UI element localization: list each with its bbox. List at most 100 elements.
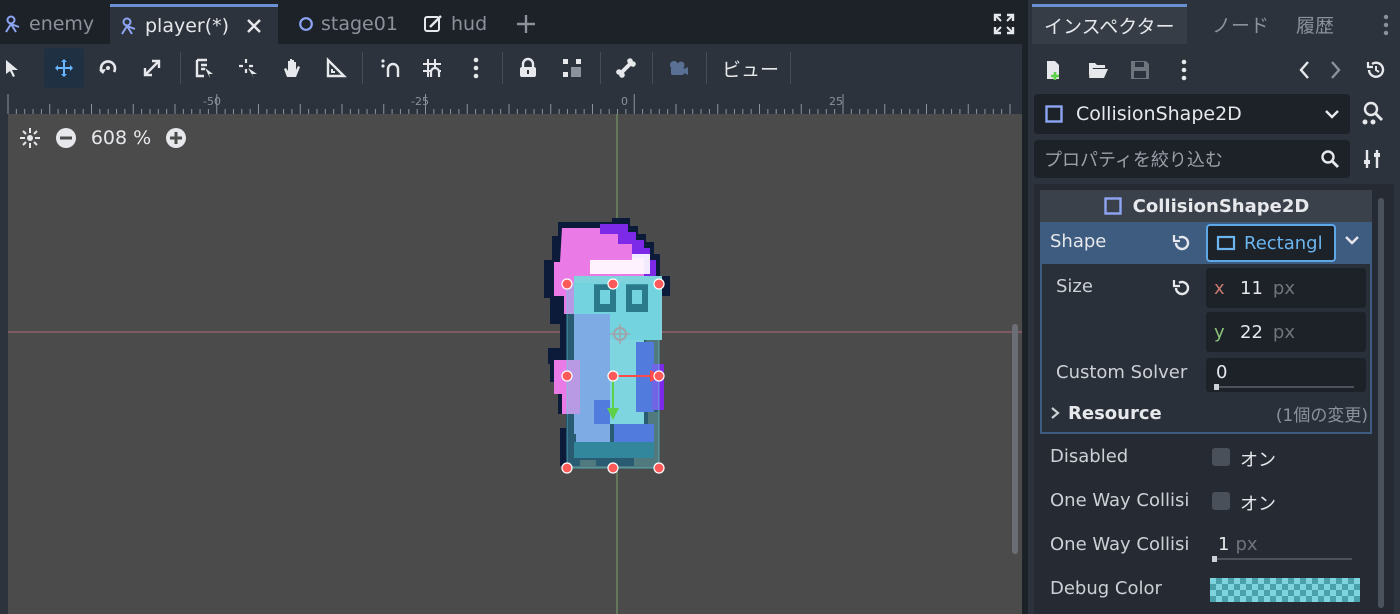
snap-options-button[interactable] — [456, 48, 496, 88]
slider-grabber[interactable] — [1214, 384, 1219, 390]
property-label: Debug Color — [1050, 578, 1162, 599]
select-tool[interactable] — [0, 48, 32, 88]
section-title: CollisionShape2D — [1132, 195, 1310, 217]
scene-tab-label: enemy — [29, 13, 95, 35]
scene-editor: enemy player(*) stage01 hud ビュー -50 -25 … — [0, 0, 1022, 614]
zoom-in-button[interactable] — [164, 126, 188, 150]
unit-label: px — [1272, 277, 1295, 299]
inspector-scrollbar[interactable] — [1378, 198, 1384, 608]
move-tool[interactable] — [44, 48, 84, 88]
pivot-tool[interactable] — [228, 48, 268, 88]
scene-tab-label: hud — [451, 13, 488, 35]
ruler-icon — [326, 57, 347, 78]
camera-override-button[interactable] — [658, 48, 698, 88]
checkbox-label: オン — [1240, 494, 1276, 515]
property-label: One Way Collisi — [1050, 534, 1190, 555]
inspector-toolbar — [1028, 48, 1400, 92]
slider-grabber[interactable] — [1212, 556, 1217, 562]
history-forward-button[interactable] — [1322, 56, 1350, 84]
grid-snap-icon — [423, 59, 441, 77]
close-icon[interactable] — [246, 18, 262, 34]
resource-options-button[interactable] — [1170, 56, 1198, 84]
new-file-icon — [1047, 61, 1059, 80]
canvas-toolbar: ビュー — [0, 44, 1022, 94]
one-way-margin-value: 1 — [1218, 534, 1230, 555]
ruler-label: -50 — [203, 95, 221, 108]
list-select-tool[interactable] — [184, 48, 224, 88]
zoom-reset-button[interactable]: 608 % — [90, 127, 152, 149]
node-selector[interactable]: CollisionShape2D — [1034, 94, 1350, 134]
viewport-2d[interactable]: 608 % — [8, 114, 1022, 614]
tab-inspector[interactable]: インスペクター — [1032, 4, 1187, 44]
view-menu-button[interactable]: ビュー — [712, 48, 789, 88]
size-y-value: 22 — [1240, 321, 1263, 343]
property-label: Shape — [1050, 231, 1107, 252]
center-view-icon — [20, 128, 40, 148]
revert-icon[interactable] — [1172, 233, 1192, 253]
property-filter-input[interactable]: プロパティを絞り込む — [1034, 140, 1350, 178]
toolbar-separator — [180, 52, 181, 84]
disabled-checkbox[interactable] — [1212, 448, 1230, 466]
debug-color-picker[interactable] — [1210, 578, 1360, 602]
skeleton-button[interactable] — [606, 48, 646, 88]
save-resource-button[interactable] — [1126, 56, 1154, 84]
tab-history[interactable]: 履歴 — [1284, 4, 1346, 44]
collision-shape-icon — [1045, 105, 1063, 123]
object-history-button[interactable] — [1362, 56, 1390, 84]
vertical-dots-icon — [473, 57, 479, 79]
inspector-settings-button[interactable] — [1362, 148, 1382, 175]
rotate-icon — [99, 60, 117, 74]
property-list: CollisionShape2D Shape Rectangl Size x 1… — [1034, 184, 1394, 614]
node-help-button[interactable] — [1360, 100, 1386, 131]
group-button[interactable] — [552, 48, 592, 88]
toolbar-separator — [706, 52, 707, 84]
unit-label: px — [1235, 534, 1258, 555]
load-resource-button[interactable] — [1084, 56, 1112, 84]
shape-resource-picker[interactable]: Rectangl — [1206, 224, 1336, 262]
dock-options-button[interactable] — [1382, 14, 1390, 41]
ruler-tool[interactable] — [316, 48, 356, 88]
scale-tool[interactable] — [132, 48, 172, 88]
distraction-free-button[interactable] — [990, 10, 1018, 38]
center-view-button[interactable] — [18, 126, 42, 150]
collision-rect-overlay[interactable] — [540, 264, 700, 484]
lock-icon — [520, 57, 536, 77]
grid-snap-toggle[interactable] — [412, 48, 452, 88]
one-way-collision-checkbox[interactable] — [1212, 492, 1230, 510]
filter-placeholder: プロパティを絞り込む — [1044, 150, 1223, 171]
scene-tab-player[interactable]: player(*) — [110, 4, 278, 44]
lock-button[interactable] — [508, 48, 548, 88]
rotate-tool[interactable] — [88, 48, 128, 88]
tab-node[interactable]: ノード — [1200, 4, 1281, 44]
new-resource-button[interactable] — [1040, 56, 1068, 84]
custom-solver-value: 0 — [1216, 362, 1228, 383]
origin-axes — [8, 114, 1022, 614]
zoom-in-icon — [166, 128, 186, 148]
size-x-field[interactable]: x 11 px — [1206, 268, 1366, 308]
slider-track — [1212, 558, 1352, 560]
pan-tool[interactable] — [272, 48, 312, 88]
scene-tab-label: stage01 — [321, 13, 398, 35]
resource-group-header[interactable]: Resource (1個の変更) — [1050, 398, 1368, 428]
hand-icon — [284, 59, 300, 77]
one-way-margin-field[interactable]: 1 px — [1204, 528, 1364, 564]
history-back-button[interactable] — [1290, 56, 1318, 84]
zoom-out-button[interactable] — [54, 126, 78, 150]
scene-tab-bar: enemy player(*) stage01 hud — [0, 0, 1022, 44]
add-scene-tab-button[interactable] — [512, 10, 540, 38]
custom-solver-field[interactable]: 0 — [1206, 358, 1366, 392]
smart-snap-toggle[interactable] — [370, 48, 410, 88]
zoom-controls: 608 % — [18, 124, 188, 152]
chevron-down-icon[interactable] — [1344, 234, 1360, 246]
node-circle-icon — [299, 17, 313, 31]
toolbar-separator — [790, 52, 791, 84]
save-icon — [1131, 61, 1149, 79]
scene-tab-stage01[interactable]: stage01 — [288, 4, 408, 44]
viewport-scrollbar[interactable] — [1012, 324, 1018, 554]
scale-icon — [143, 59, 161, 77]
ruler-label: 25 — [829, 95, 843, 108]
revert-icon[interactable] — [1172, 278, 1192, 298]
size-y-field[interactable]: y 22 px — [1206, 312, 1366, 352]
scene-tab-enemy[interactable]: enemy — [0, 4, 104, 44]
scene-tab-hud[interactable]: hud — [414, 4, 497, 44]
